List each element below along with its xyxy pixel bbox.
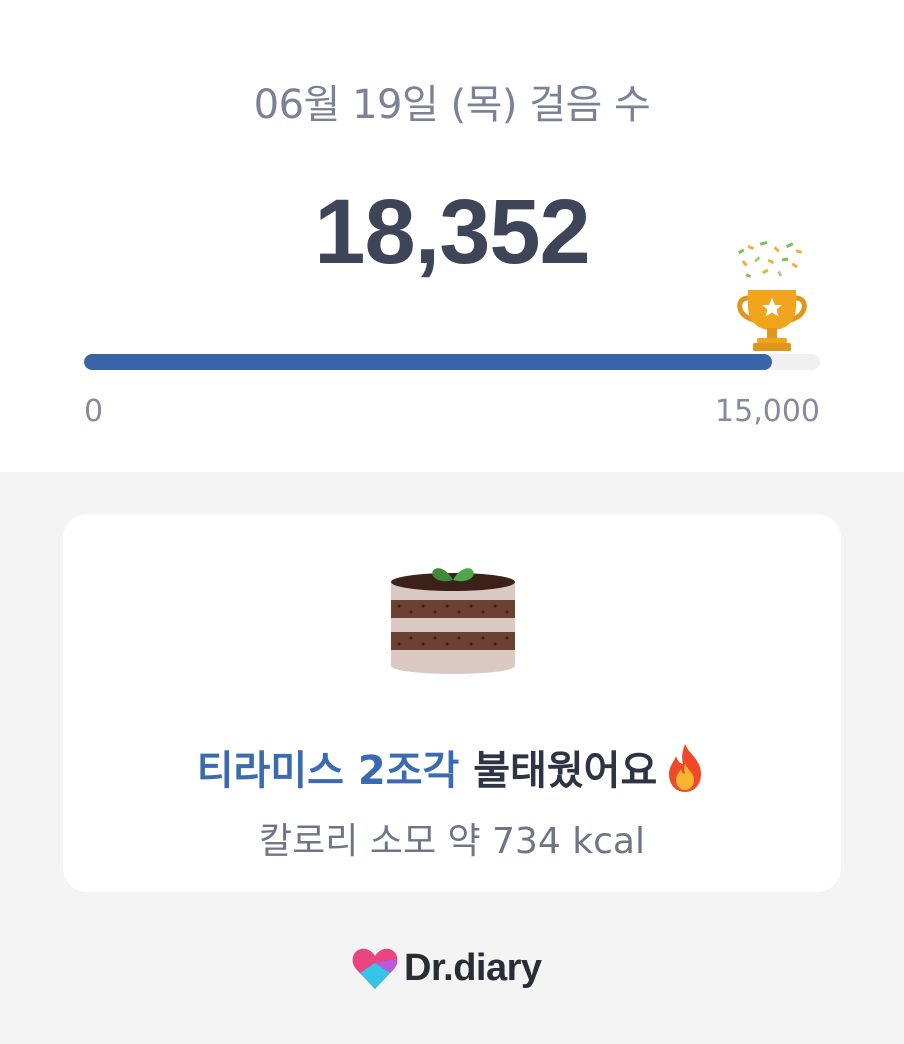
burn-food-highlight: 티라미스 2조각: [196, 748, 460, 794]
steps-summary-panel: 06월 19일 (목) 걸음 수 18,352 0 15,000: [0, 0, 904, 472]
tiramisu-cake-icon: [391, 568, 515, 674]
burn-message: 티라미스 2조각 불태웠어요: [63, 738, 841, 796]
progress-min-label: 0: [84, 394, 104, 429]
brand-name: Dr.diary: [404, 946, 542, 989]
burn-text: 불태웠어요: [459, 748, 658, 794]
step-progress-bar: [84, 354, 820, 370]
drdiary-heart-logo: [352, 948, 398, 989]
brand-footer: Dr.diary: [350, 944, 542, 992]
flame-icon: [669, 744, 702, 792]
trophy-icon: [737, 240, 807, 351]
step-progress-fill: [84, 354, 773, 370]
progress-max-label: 15,000: [715, 394, 820, 429]
calorie-burn-text: 칼로리 소모 약 734 kcal: [259, 821, 645, 862]
confetti-icon: [737, 240, 803, 278]
date-title: 06월 19일 (목) 걸음 수: [253, 82, 651, 128]
